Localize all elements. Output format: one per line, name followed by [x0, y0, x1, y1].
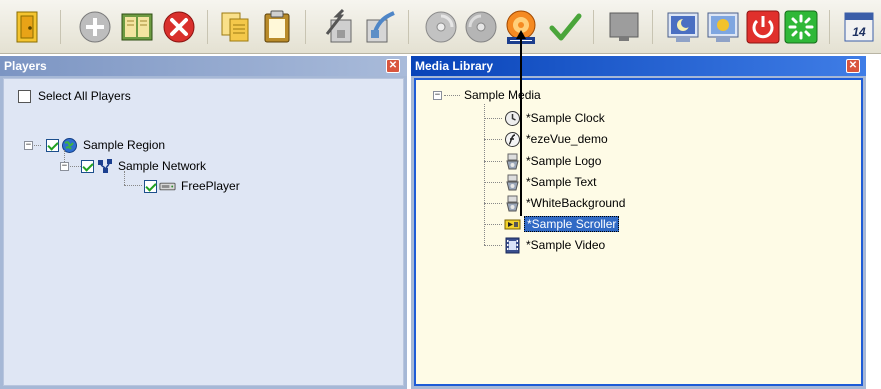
media-item-label: *Sample Text	[526, 175, 597, 189]
media-panel-title: Media Library	[411, 56, 866, 76]
calendar-day-text: 14	[852, 25, 866, 39]
media-item-label: *Sample Video	[526, 238, 606, 252]
toolbar-separator	[60, 10, 61, 44]
media-item-label: *Sample Logo	[526, 154, 602, 168]
tree-connector	[484, 182, 502, 183]
media-item[interactable]: *Sample Logo	[504, 152, 603, 170]
tree-connector	[124, 185, 142, 186]
media-close-icon[interactable]: ✕	[846, 59, 860, 73]
toolbar-separator	[207, 10, 208, 44]
calendar-icon[interactable]: 14	[840, 8, 878, 46]
toolbar-separator	[305, 10, 306, 44]
toolbar-separator	[652, 10, 653, 44]
media-root-label: Sample Media	[464, 88, 541, 102]
region-label: Sample Region	[83, 138, 166, 152]
paste-icon[interactable]	[258, 8, 296, 46]
scroller-icon	[504, 216, 521, 233]
disc-alt-icon[interactable]	[462, 8, 500, 46]
monitor-off-icon[interactable]	[605, 8, 643, 46]
toolbar-separator	[829, 10, 830, 44]
toolbar-separator	[408, 10, 409, 44]
tree-connector	[484, 224, 502, 225]
tree-connector	[484, 161, 502, 162]
media-tree: − Sample Media *Sample Clock *ezeVue_dem…	[414, 78, 863, 386]
annotation-arrow	[520, 36, 522, 216]
tree-item-freeplayer[interactable]: FreePlayer	[144, 177, 242, 195]
disc-icon[interactable]	[422, 8, 460, 46]
tree-connector	[484, 245, 502, 246]
media-item[interactable]: *Sample Video	[504, 236, 607, 254]
players-panel-title: Players	[0, 56, 407, 76]
open-book-icon[interactable]	[118, 8, 156, 46]
refresh-icon[interactable]	[782, 8, 820, 46]
exit-door-icon[interactable]	[8, 8, 46, 46]
media-item[interactable]: *WhiteBackground	[504, 194, 627, 212]
player-label: FreePlayer	[181, 179, 240, 193]
player-device-icon	[159, 178, 177, 195]
region-checkbox[interactable]	[46, 138, 59, 152]
collapse-icon[interactable]: −	[24, 140, 33, 150]
copy-icon[interactable]	[216, 8, 254, 46]
media-item[interactable]: *Sample Text	[504, 173, 598, 191]
day-screen-icon[interactable]	[704, 8, 742, 46]
export-icon[interactable]	[361, 8, 399, 46]
media-item-label: *Sample Clock	[526, 111, 605, 125]
network-icon	[97, 158, 114, 175]
tree-item-sample-media[interactable]: − Sample Media	[433, 86, 543, 104]
video-icon	[504, 237, 521, 254]
player-checkbox[interactable]	[144, 179, 157, 193]
background-icon	[504, 195, 521, 212]
clock-icon	[504, 110, 521, 127]
main-toolbar: 14	[0, 0, 881, 54]
select-all-label: Select All Players	[38, 89, 131, 103]
image-icon	[504, 153, 521, 170]
tree-connector	[484, 203, 502, 204]
collapse-icon[interactable]: −	[433, 90, 442, 100]
players-panel: Players ✕ Select All Players − Sample Re…	[0, 56, 407, 389]
players-close-icon[interactable]: ✕	[386, 59, 400, 73]
media-library-panel: Media Library ✕ − Sample Media *Sample C…	[411, 56, 866, 389]
select-all-players-row[interactable]: Select All Players	[18, 87, 133, 105]
text-media-icon	[504, 174, 521, 191]
media-item-selected[interactable]: *Sample Scroller	[504, 215, 620, 233]
night-screen-icon[interactable]	[664, 8, 702, 46]
tree-connector	[124, 171, 125, 185]
annotation-arrow-head	[516, 30, 526, 39]
tree-connector	[484, 118, 502, 119]
select-all-checkbox[interactable]	[18, 89, 31, 103]
add-icon[interactable]	[76, 8, 114, 46]
flash-icon	[504, 131, 521, 148]
media-item-label: *ezeVue_demo	[526, 132, 608, 146]
toolbar-separator	[593, 10, 594, 44]
network-checkbox[interactable]	[81, 159, 94, 173]
collapse-icon[interactable]: −	[60, 161, 69, 171]
network-label: Sample Network	[118, 159, 207, 173]
power-icon[interactable]	[744, 8, 782, 46]
tree-item-sample-region[interactable]: − Sample Region	[24, 136, 167, 154]
media-item-label: *WhiteBackground	[526, 196, 626, 210]
tree-connector	[444, 94, 460, 96]
players-tree: Select All Players − Sample Region − Sam…	[3, 78, 404, 386]
media-item-label: *Sample Scroller	[524, 216, 620, 232]
checkmark-icon[interactable]	[546, 8, 584, 46]
import-icon[interactable]	[321, 8, 359, 46]
tree-connector	[484, 139, 502, 140]
delete-icon[interactable]	[160, 8, 198, 46]
tree-item-sample-network[interactable]: − Sample Network	[60, 157, 208, 175]
